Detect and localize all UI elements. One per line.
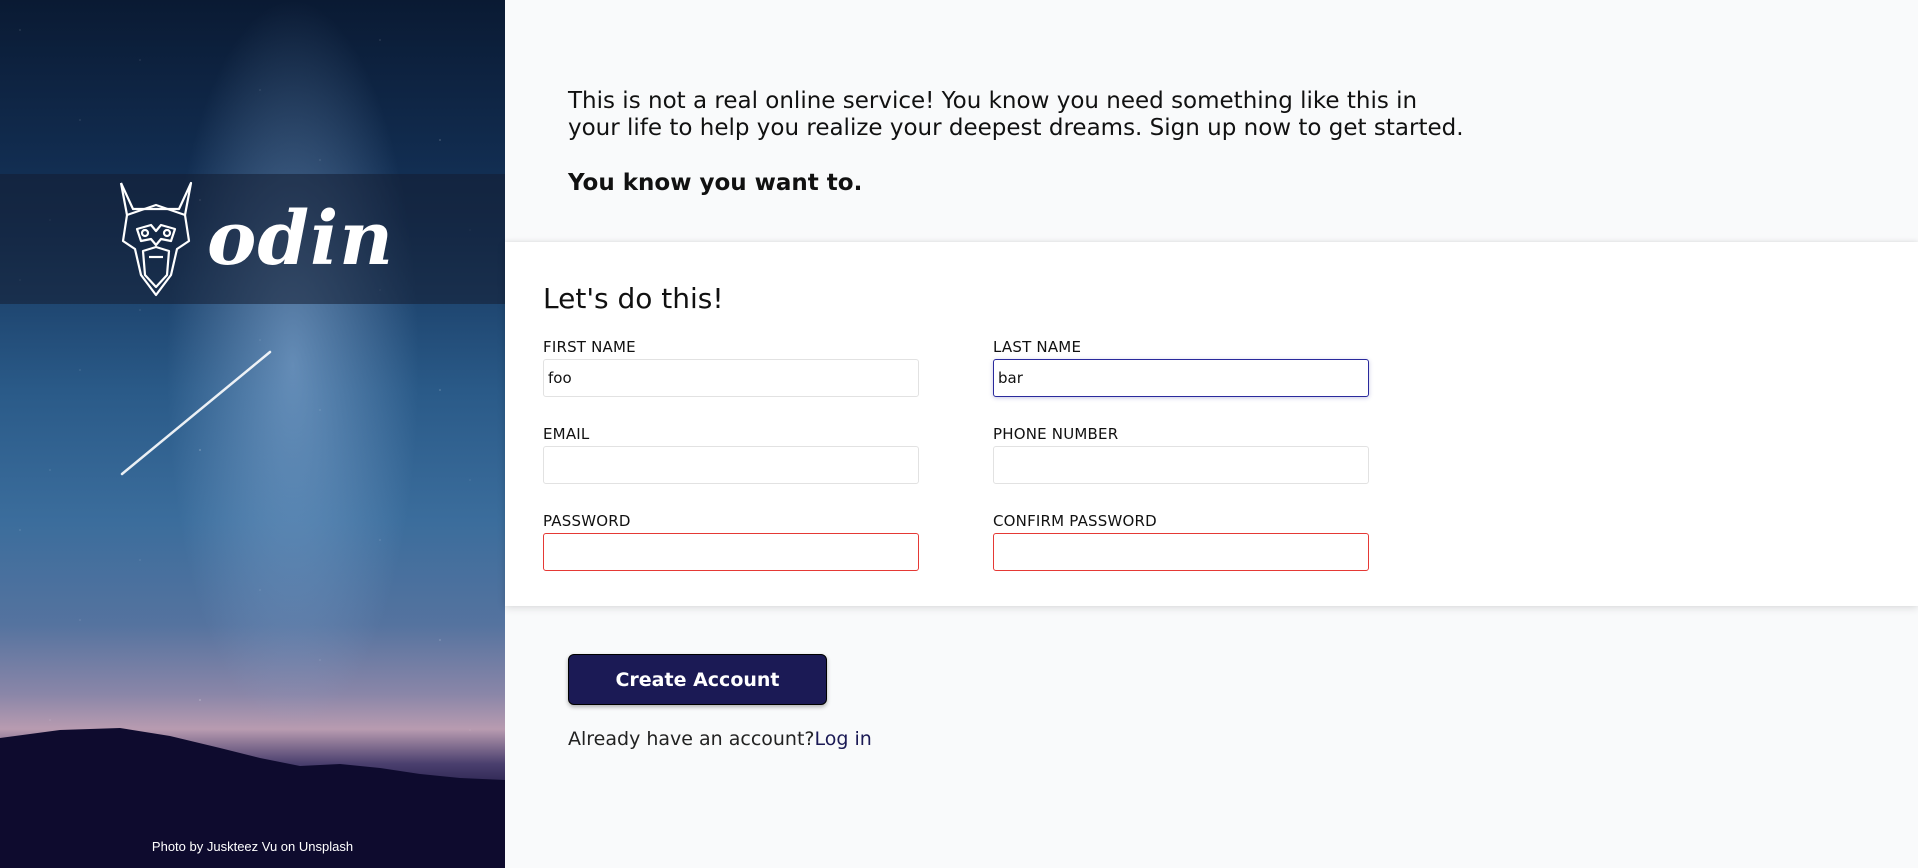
first-name-label: FIRST NAME [543,338,636,356]
confirm-password-input[interactable] [993,533,1369,571]
form-title: Let's do this! [543,282,724,315]
confirm-password-group: CONFIRM PASSWORD [993,512,1369,571]
phone-number-input[interactable] [993,446,1369,484]
viking-helmet-icon [119,181,193,297]
phone-number-group: PHONE NUMBER [993,425,1369,484]
email-input[interactable] [543,446,919,484]
first-name-group: FIRST NAME [543,338,919,397]
intro-tagline: You know you want to. [568,170,863,196]
phone-number-label: PHONE NUMBER [993,425,1119,443]
last-name-input[interactable] [993,359,1369,397]
signup-form: Let's do this! FIRST NAME LAST NAME EMAI… [505,242,1918,606]
email-group: EMAIL [543,425,919,484]
password-group: PASSWORD [543,512,919,571]
intro-paragraph: This is not a real online service! You k… [568,88,1464,141]
password-input[interactable] [543,533,919,571]
password-label: PASSWORD [543,512,631,530]
login-prompt-line: Already have an account?Log in [568,728,872,750]
logo-band: odin [0,174,505,304]
create-account-button[interactable]: Create Account [568,654,827,705]
email-label: EMAIL [543,425,590,443]
main-content: This is not a real online service! You k… [505,0,1918,868]
odin-logo: odin [111,179,394,299]
hero-panel: odin Photo by Juskteez Vu on Unsplash [0,0,505,868]
confirm-password-label: CONFIRM PASSWORD [993,512,1157,530]
last-name-group: LAST NAME [993,338,1369,397]
logo-text: odin [206,196,394,282]
last-name-label: LAST NAME [993,338,1082,356]
first-name-input[interactable] [543,359,919,397]
login-prompt-text: Already have an account? [568,728,815,750]
intro-section: This is not a real online service! You k… [568,88,1468,197]
photo-credit: Photo by Juskteez Vu on Unsplash [151,839,354,854]
login-link[interactable]: Log in [815,728,872,750]
